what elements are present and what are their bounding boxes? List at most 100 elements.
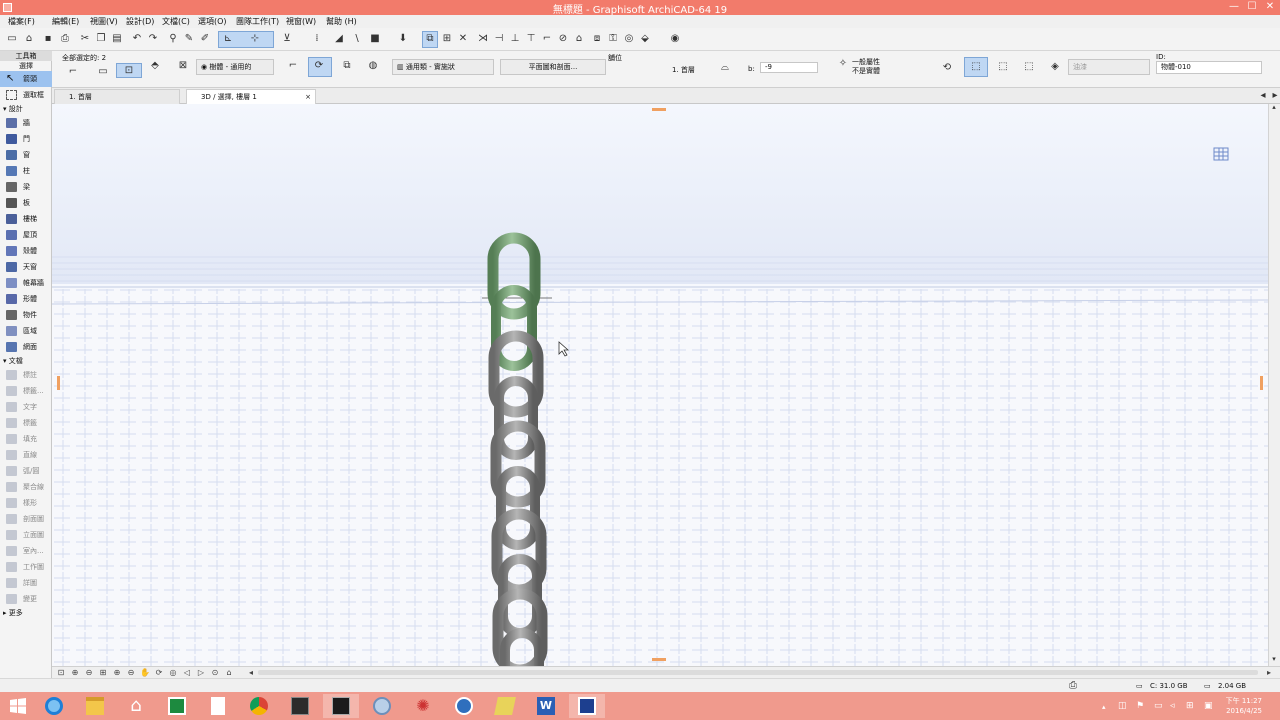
cut-icon[interactable]: ✂: [78, 32, 92, 46]
find-select-icon[interactable]: ⚲: [166, 32, 180, 46]
hscroll-right-icon[interactable]: ▸: [1264, 668, 1274, 678]
right-edge-handle[interactable]: [1260, 376, 1263, 390]
save-icon[interactable]: ▪: [41, 32, 55, 46]
tool-document-1[interactable]: 標籤...: [0, 383, 52, 399]
tool-design-5[interactable]: 板: [0, 195, 52, 211]
tool-document-7[interactable]: 聚合線: [0, 479, 52, 495]
open-file-icon[interactable]: ⌂: [22, 32, 36, 46]
tray-ime-icon[interactable]: ⊞: [1186, 701, 1194, 711]
redo-icon[interactable]: ↷: [146, 32, 160, 46]
inject-icon[interactable]: ✐: [198, 32, 212, 46]
taskbar-chrome[interactable]: [241, 694, 277, 718]
taskbar-file[interactable]: [200, 694, 236, 718]
tool-design-10[interactable]: 帷幕牆: [0, 275, 52, 291]
menu-view[interactable]: 視圖(V): [90, 16, 118, 27]
grid-snap-icon[interactable]: ⁞: [310, 32, 324, 46]
home-view-icon[interactable]: ⌂: [224, 668, 234, 678]
prev-zoom-icon[interactable]: ◁: [182, 668, 192, 678]
design-section-header[interactable]: ▾ 設計: [3, 104, 23, 114]
orbit-icon[interactable]: ⟳: [154, 668, 164, 678]
tool-document-10[interactable]: 立面圖: [0, 527, 52, 543]
tool-document-8[interactable]: 樣形: [0, 495, 52, 511]
tray-network-icon[interactable]: ◫: [1118, 701, 1127, 711]
dome-icon[interactable]: ⬘: [148, 59, 162, 73]
tool-design-7[interactable]: 屋頂: [0, 227, 52, 243]
split-icon[interactable]: ⋊: [476, 32, 490, 46]
zoom-out-2-icon[interactable]: ⊖: [126, 668, 136, 678]
render-dropdown[interactable]: 油漆: [1068, 59, 1150, 75]
fit-window-icon[interactable]: ⊞: [98, 668, 108, 678]
tool-document-12[interactable]: 工作圖: [0, 559, 52, 575]
tool-document-3[interactable]: 標籤: [0, 415, 52, 431]
close-button[interactable]: ✕: [1262, 0, 1278, 15]
zoom-100-icon[interactable]: ⊙: [210, 668, 220, 678]
fillet-icon[interactable]: ⌐: [540, 32, 554, 46]
tray-keyboard-icon[interactable]: ▣: [1204, 701, 1213, 711]
section-icon[interactable]: ⧉: [340, 59, 354, 73]
tray-monitor-icon[interactable]: ▭: [1154, 701, 1163, 711]
top-edge-handle[interactable]: [652, 108, 666, 111]
intersect-icon[interactable]: ⊤: [524, 32, 538, 46]
more-tools[interactable]: ▸ 更多: [3, 608, 23, 618]
taskbar-archicad-b[interactable]: [323, 694, 359, 718]
group-icon[interactable]: ⧈: [590, 32, 604, 46]
selection-info-icon[interactable]: ⧉: [423, 32, 437, 46]
surface-icon[interactable]: ◍: [366, 59, 380, 73]
fill-icon[interactable]: ■: [368, 32, 382, 46]
tool-design-13[interactable]: 區域: [0, 323, 52, 339]
tool-design-12[interactable]: 物件: [0, 307, 52, 323]
roof-icon[interactable]: ⌂: [572, 32, 586, 46]
taskbar-media[interactable]: ✺: [405, 694, 441, 718]
zoom-in-icon[interactable]: ⊕: [112, 668, 122, 678]
id-field[interactable]: 物體-010: [1156, 61, 1262, 74]
tool-document-0[interactable]: 標註: [0, 367, 52, 383]
gravity-icon[interactable]: ⊻: [280, 32, 294, 46]
copy-icon[interactable]: ❐: [94, 32, 108, 46]
lock-icon[interactable]: ⚿: [606, 32, 620, 46]
taskbar-ie[interactable]: [36, 694, 72, 718]
tool-design-11[interactable]: 形體: [0, 291, 52, 307]
taskbar-excel[interactable]: [159, 694, 195, 718]
hotlink-icon[interactable]: ⬙: [638, 32, 652, 46]
tool-document-13[interactable]: 詳圖: [0, 575, 52, 591]
vertical-scrollbar[interactable]: ▴ ▾: [1267, 103, 1280, 666]
menu-options[interactable]: 選項(O): [198, 16, 227, 27]
close-x-icon[interactable]: ✕: [456, 32, 470, 46]
tray-volume-icon[interactable]: ◃: [1170, 701, 1175, 711]
paste-icon[interactable]: ▤: [110, 32, 124, 46]
menu-design[interactable]: 設計(D): [126, 16, 154, 27]
3d-display-icon[interactable]: ⟳: [312, 59, 326, 73]
marker-icon[interactable]: ⬇: [396, 32, 410, 46]
pan-icon[interactable]: ✋: [140, 668, 150, 678]
taskbar-archicad-a[interactable]: [282, 694, 318, 718]
tab-floor-plan[interactable]: 1. 首層: [54, 89, 180, 104]
tool-document-2[interactable]: 文字: [0, 399, 52, 415]
left-edge-handle[interactable]: [57, 376, 60, 390]
view-top-icon[interactable]: ⬚: [1022, 60, 1036, 74]
tool-document-6[interactable]: 弧/圓: [0, 463, 52, 479]
marquee-tool[interactable]: 選取框: [0, 87, 52, 103]
scroll-down-icon[interactable]: ▾: [1267, 652, 1280, 666]
tab-3d-view[interactable]: 3D / 選擇, 樓層 1 ×: [186, 89, 316, 104]
elevation-field[interactable]: -9: [760, 62, 818, 73]
table-icon[interactable]: ⊞: [440, 32, 454, 46]
object-method-icon[interactable]: ⊡: [122, 64, 136, 78]
classification-dropdown[interactable]: ▥ 通用類 - 實施狀: [392, 59, 494, 75]
taskbar-paint[interactable]: [364, 694, 400, 718]
home-story[interactable]: 1. 首層: [672, 65, 695, 75]
arrow-tool[interactable]: ↖ 箭頭: [0, 71, 52, 87]
tool-design-0[interactable]: 牆: [0, 115, 52, 131]
tray-flag-icon[interactable]: ⚑: [1136, 701, 1144, 711]
tool-design-9[interactable]: 天窗: [0, 259, 52, 275]
taskbar-folder[interactable]: [487, 694, 523, 718]
horizontal-scrollbar[interactable]: [258, 670, 1258, 675]
menu-teamwork[interactable]: 團隊工作(T): [236, 16, 279, 27]
tool-document-5[interactable]: 直線: [0, 447, 52, 463]
print-icon[interactable]: ⎙: [58, 32, 72, 46]
tool-design-4[interactable]: 梁: [0, 179, 52, 195]
settings-icon[interactable]: ⊠: [176, 59, 190, 73]
tool-design-8[interactable]: 殼體: [0, 243, 52, 259]
bottom-edge-handle[interactable]: [652, 658, 666, 661]
tool-document-4[interactable]: 填充: [0, 431, 52, 447]
tool-design-1[interactable]: 門: [0, 131, 52, 147]
